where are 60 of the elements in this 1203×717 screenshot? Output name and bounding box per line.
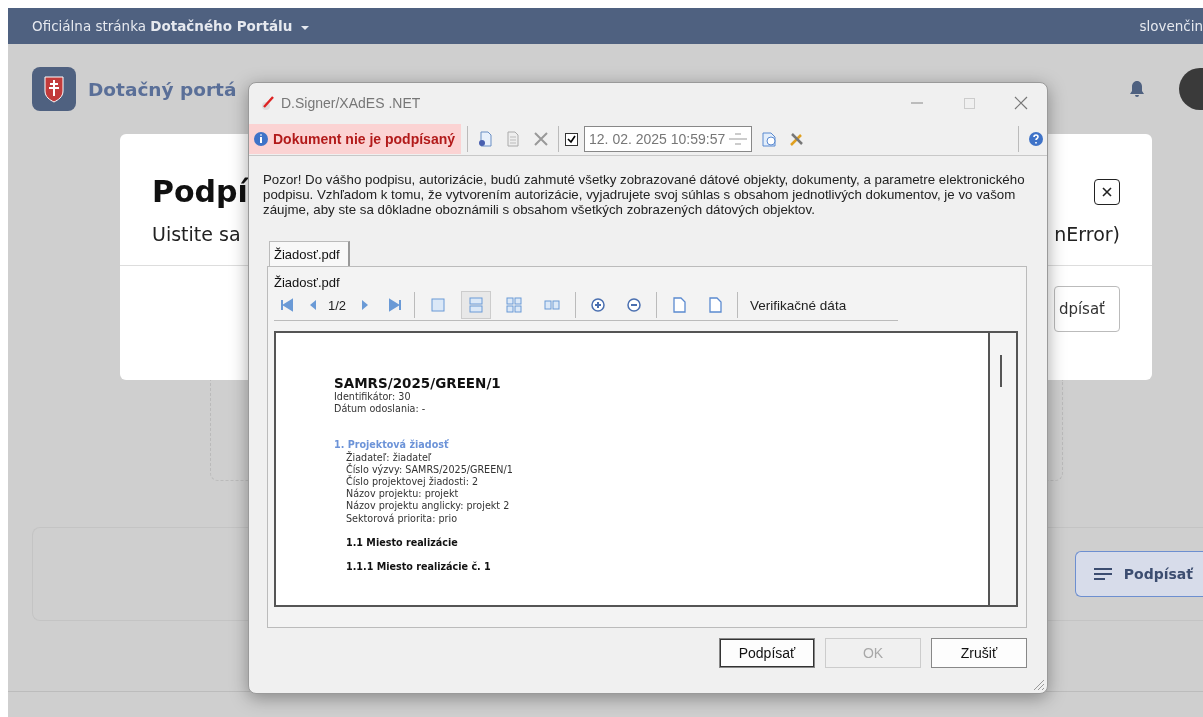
scrollbar[interactable] — [988, 333, 1018, 605]
close-button[interactable] — [1094, 178, 1120, 205]
list-icon — [1093, 568, 1112, 580]
last-page-icon — [387, 297, 404, 313]
continuous-page-icon — [468, 297, 485, 313]
view-mode-button[interactable] — [461, 291, 492, 319]
page-icon — [671, 297, 688, 313]
document-line: Názov projektu: projekt — [345, 488, 460, 500]
section-heading: 1. Projektová žiadosť — [334, 439, 450, 452]
single-page-icon — [430, 297, 447, 313]
document-line: Sektorová priorita: prio — [345, 512, 459, 525]
status-badge: Dokument nie je podpísaný — [249, 124, 462, 154]
modal-title: Podpí — [152, 174, 248, 209]
document-line: Dátum odoslania: - — [334, 403, 427, 416]
document-title: SAMRS/2025/GREEN/1 — [334, 375, 502, 391]
minimize-icon — [911, 102, 923, 104]
document-label: Žiadosť.pdf — [274, 275, 341, 290]
close-icon — [1014, 96, 1028, 110]
site-label[interactable]: Oficiálna stránka Dotačného Portálu — [32, 18, 309, 34]
window-title: D.Signer/XAdES .NET — [281, 95, 421, 111]
avatar[interactable] — [1179, 68, 1203, 110]
zoom-in-icon — [590, 297, 607, 313]
info-icon — [253, 131, 269, 147]
verification-data-button[interactable]: Verifikačné dáta — [746, 297, 851, 313]
modal-text: nError) — [1054, 223, 1120, 245]
coat-of-arms-logo — [32, 67, 76, 111]
document-icon — [505, 131, 522, 147]
dialog-button[interactable]: Zrušiť — [931, 638, 1027, 668]
two-pages-icon — [544, 297, 561, 313]
help-icon — [1028, 131, 1044, 147]
pen-icon — [259, 95, 275, 111]
document-tab[interactable]: Žiadosť.pdf — [269, 241, 350, 266]
timestamp-checkbox[interactable] — [565, 132, 579, 146]
cross-icon — [533, 131, 550, 147]
dialog-button[interactable]: Podpísať — [719, 638, 815, 668]
close-icon — [1102, 186, 1112, 197]
clock-document-icon — [761, 131, 778, 147]
subsection-heading: 1.1.1 Miesto realizácie č. 1 — [345, 561, 492, 574]
document-line: Číslo projektovej žiadosti: 2 — [345, 476, 480, 488]
resize-grip[interactable] — [1031, 677, 1045, 691]
grid-pages-icon — [506, 297, 523, 313]
bell-icon[interactable] — [1129, 80, 1145, 98]
zoom-out-icon — [626, 297, 643, 313]
modal-text: Uistite sa — [152, 223, 241, 245]
document-line: Identifikátor: 30 — [334, 391, 412, 403]
portal-title: Dotačný portá — [88, 78, 237, 100]
page-indicator: 1/2 — [328, 297, 347, 313]
timestamp-field[interactable]: 12. 02. 2025 10:59:57 — [584, 126, 753, 152]
document-line: Názov projektu anglicky: projekt 2 — [345, 500, 511, 513]
first-page-icon — [279, 297, 295, 313]
page-icon — [707, 297, 724, 313]
sign-button[interactable]: dpísať — [1053, 286, 1120, 332]
caret-icon — [300, 25, 309, 31]
document-line: Žiadateľ: žiadateľ — [345, 451, 433, 463]
subsection-heading: 1.1 Miesto realizácie — [345, 536, 459, 550]
document-line: Číslo výzvy: SAMRS/2025/GREEN/1 — [345, 463, 514, 475]
sign-button[interactable]: Podpísať — [1074, 551, 1203, 597]
language-selector[interactable]: slovenčin — [1139, 18, 1203, 34]
warning-text: Pozor! Do vášho podpisu, autorizácie, budú zahmuté všetky zobrazované dátové objekty, dokumenty, a parametre elektronického podpisu. Vzhľadom k tomu, že vytvorením autorizácie, vyjadrujete svoj súhlas s obsahom jednotlivých dokumentov, je vo vašom záujme, aby ste sa dôkladne oboznámili s obsahom všetkých zobrazených dátových objektov. — [263, 172, 1026, 217]
maximize-icon — [963, 97, 975, 109]
